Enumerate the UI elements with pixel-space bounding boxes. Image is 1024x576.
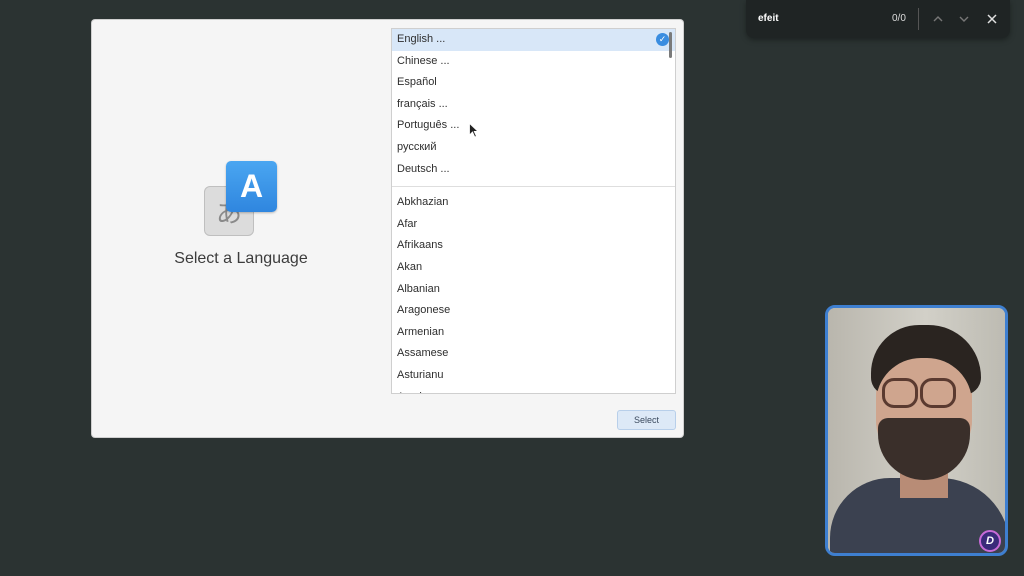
language-option[interactable]: Avaric — [392, 387, 675, 394]
language-option[interactable]: Afar — [392, 214, 675, 236]
letter-a-icon: A — [226, 161, 277, 212]
language-option-label: English ... — [397, 33, 446, 45]
language-option[interactable]: français ... — [392, 94, 675, 116]
find-next-button[interactable] — [954, 9, 974, 29]
language-option[interactable]: Abkhazian — [392, 192, 675, 214]
language-list[interactable]: English ... ✓ Chinese ... Español français .… — [391, 28, 676, 394]
language-option[interactable]: Akan — [392, 257, 675, 279]
webcam-overlay: D — [825, 305, 1008, 556]
language-option[interactable]: Español — [392, 72, 675, 94]
language-dialog: あ A Select a Language English ... ✓ Chines… — [92, 20, 683, 437]
close-icon — [987, 14, 997, 24]
language-icon: あ A — [204, 161, 278, 237]
chevron-down-icon — [959, 16, 969, 22]
language-option-label: русский — [397, 140, 437, 153]
find-match-count: 0/0 — [892, 13, 906, 24]
find-close-button[interactable] — [982, 9, 1002, 29]
language-option[interactable]: Asturianu — [392, 365, 675, 387]
language-option-label: français ... — [397, 97, 448, 110]
find-divider — [918, 8, 919, 30]
language-option[interactable]: Deutsch ... — [392, 159, 675, 181]
mouse-cursor-icon — [469, 123, 479, 138]
language-option-label: Deutsch ... — [397, 162, 450, 175]
language-option[interactable]: Assamese — [392, 343, 675, 365]
language-option[interactable]: Aragonese — [392, 300, 675, 322]
language-option-label: Español — [397, 76, 437, 89]
select-button[interactable]: Select — [617, 410, 676, 430]
language-option[interactable]: русский — [392, 137, 675, 159]
language-option[interactable]: English ... ✓ — [392, 29, 675, 51]
language-option[interactable]: Português ... — [392, 115, 675, 137]
language-option[interactable]: Armenian — [392, 322, 675, 344]
language-option[interactable]: Albanian — [392, 279, 675, 301]
find-prev-button[interactable] — [928, 9, 948, 29]
find-query[interactable]: efeit — [758, 13, 779, 24]
language-option[interactable]: Chinese ... — [392, 51, 675, 73]
checkmark-icon: ✓ — [656, 33, 669, 46]
list-divider — [392, 186, 675, 188]
dialog-title: Select a Language — [174, 250, 308, 267]
scrollbar-thumb[interactable] — [669, 32, 672, 58]
language-option-label: Português ... — [397, 119, 460, 132]
find-bar: efeit 0/0 — [746, 0, 1010, 38]
language-option[interactable]: Afrikaans — [392, 235, 675, 257]
language-option-label: Chinese ... — [397, 54, 450, 67]
chevron-up-icon — [933, 16, 943, 22]
glasses-icon — [882, 378, 918, 408]
channel-logo-icon: D — [979, 530, 1001, 552]
